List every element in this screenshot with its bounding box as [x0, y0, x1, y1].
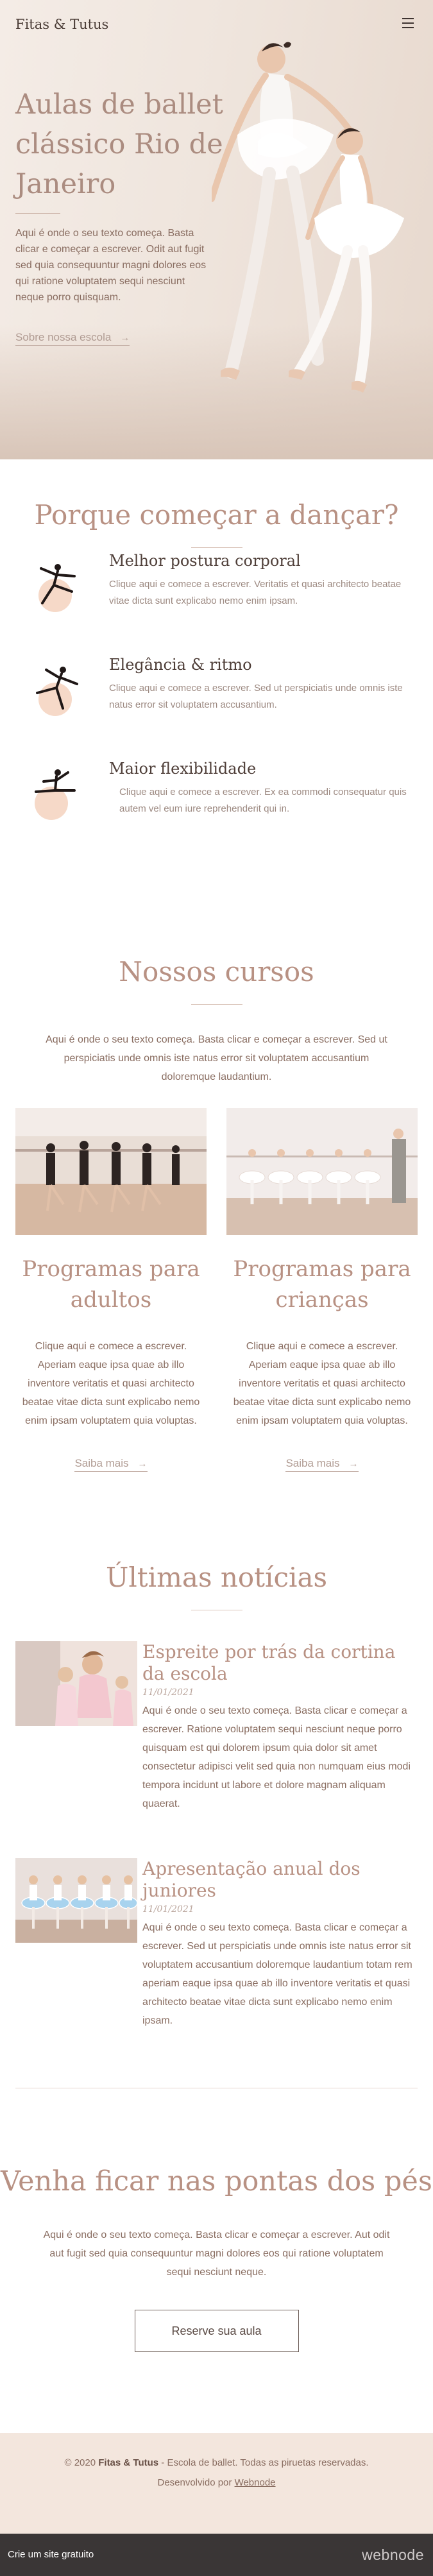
why-dance-title: Porque começar a dançar?	[34, 499, 399, 531]
hero-divider	[15, 213, 60, 214]
courses-section: Nossos cursos Aqui é onde o seu texto co…	[0, 956, 433, 1562]
site-logo[interactable]: Fitas & Tutus	[15, 17, 108, 32]
courses-grid: Programas para adultos Clique aqui e com…	[0, 1108, 433, 1472]
about-school-link-label: Sobre nossa escola	[15, 331, 112, 343]
adults-learn-more-link[interactable]: Saiba mais →	[74, 1457, 148, 1472]
copyright-suffix: - Escola de ballet. Todas as piruetas re…	[161, 2457, 369, 2468]
webnode-logo[interactable]: webnode	[362, 2546, 424, 2564]
cta-title: Venha ficar nas pontas dos pés	[1, 2165, 432, 2197]
course-description: Clique aqui e comece a escrever. Aperiam…	[22, 1341, 200, 1426]
news-article-image[interactable]	[15, 1858, 137, 1943]
dancer-leap-icon	[38, 564, 76, 612]
news-article-date: 11/01/2021	[142, 1687, 194, 1698]
news-article-title[interactable]: Apresentação anual dos juniores	[142, 1858, 416, 1902]
cta-section: Venha ficar nas pontas dos pés Aqui é on…	[0, 2127, 433, 2433]
news-article-title[interactable]: Espreite por trás da cortina da escola	[142, 1641, 416, 1685]
about-school-link[interactable]: Sobre nossa escola →	[15, 331, 130, 346]
courses-intro: Aqui é onde o seu texto começa. Basta cl…	[46, 1034, 387, 1082]
hero-dancers-image	[212, 42, 404, 393]
news-article-date: 11/01/2021	[142, 1904, 194, 1915]
courses-divider	[191, 1004, 242, 1005]
footer-copyright: © 2020 Fitas & Tutus - Escola de ballet.…	[0, 2457, 433, 2468]
hamburger-icon[interactable]	[402, 18, 414, 28]
course-card-adults: Programas para adultos Clique aqui e com…	[15, 1108, 207, 1472]
course-title: Programas para adultos	[22, 1256, 200, 1313]
feature-description: Clique aqui e comece a escrever. Sed ut …	[109, 683, 403, 710]
hero-text-block: Aulas de ballet clássico Rio de Janeiro …	[15, 85, 227, 346]
learn-more-label: Saiba mais	[74, 1457, 129, 1469]
hero-section: Fitas & Tutus Aulas de ballet clássico R…	[0, 0, 433, 459]
footer-credits: Desenvolvido por Webnode	[0, 2477, 433, 2488]
webnode-link[interactable]: Webnode	[235, 2477, 276, 2488]
feature-item: Elegância & ritmo Clique aqui e comece a…	[0, 652, 433, 756]
dancer-split-icon	[35, 769, 76, 820]
news-article-description: Aqui é onde o seu texto começa. Basta cl…	[142, 1705, 411, 1809]
webnode-bar: Crie um site gratuito webnode	[0, 2534, 433, 2576]
news-article-description: Aqui é onde o seu texto começa. Basta cl…	[142, 1922, 412, 2026]
adults-class-image	[15, 1108, 207, 1235]
course-title: Programas para crianças	[233, 1256, 411, 1313]
arrow-right-icon: →	[137, 1458, 148, 1469]
kids-class-image	[226, 1108, 418, 1235]
course-card-kids: Programas para crianças Clique aqui e co…	[226, 1108, 418, 1472]
hero-title: Aulas de ballet clássico Rio de Janeiro	[15, 89, 223, 200]
learn-more-label: Saiba mais	[285, 1457, 340, 1469]
copyright-prefix: © 2020	[64, 2457, 96, 2468]
create-free-site-link[interactable]: Crie um site gratuito	[8, 2549, 94, 2560]
developed-by-label: Desenvolvido por	[157, 2477, 232, 2488]
courses-title: Nossos cursos	[119, 956, 314, 987]
arrow-right-icon: →	[120, 332, 130, 343]
feature-title: Maior flexibilidade	[109, 760, 257, 778]
feature-description: Clique aqui e comece a escrever. Ex ea c…	[119, 787, 407, 814]
course-description: Clique aqui e comece a escrever. Aperiam…	[233, 1341, 411, 1426]
feature-item: Maior flexibilidade Clique aqui e comece…	[0, 756, 433, 860]
feature-item: Melhor postura corporal Clique aqui e co…	[0, 548, 433, 652]
top-navbar: Fitas & Tutus	[0, 0, 433, 47]
feature-title: Melhor postura corporal	[109, 552, 301, 570]
news-article: Espreite por trás da cortina da escola 1…	[0, 1641, 433, 1813]
arrow-right-icon: →	[348, 1458, 359, 1469]
hero-description: Aqui é onde o seu texto começa. Basta cl…	[15, 228, 207, 303]
why-dance-section: Porque começar a dançar? Melhor postura …	[0, 459, 433, 956]
dancer-pose-icon	[36, 667, 78, 716]
news-section: Últimas notícias Espreite por trás da co…	[0, 1562, 433, 2127]
copyright-brand: Fitas & Tutus	[98, 2457, 159, 2468]
news-article: Apresentação anual dos juniores 11/01/20…	[0, 1858, 433, 2030]
feature-description: Clique aqui e comece a escrever. Veritat…	[109, 579, 402, 606]
news-article-image[interactable]	[15, 1641, 137, 1726]
cta-description: Aqui é onde o seu texto começa. Basta cl…	[43, 2230, 390, 2278]
news-title: Últimas notícias	[105, 1562, 328, 1593]
feature-title: Elegância & ritmo	[109, 656, 252, 674]
kids-learn-more-link[interactable]: Saiba mais →	[285, 1457, 359, 1472]
site-footer: © 2020 Fitas & Tutus - Escola de ballet.…	[0, 2433, 433, 2534]
book-class-button[interactable]: Reserve sua aula	[134, 2310, 299, 2352]
